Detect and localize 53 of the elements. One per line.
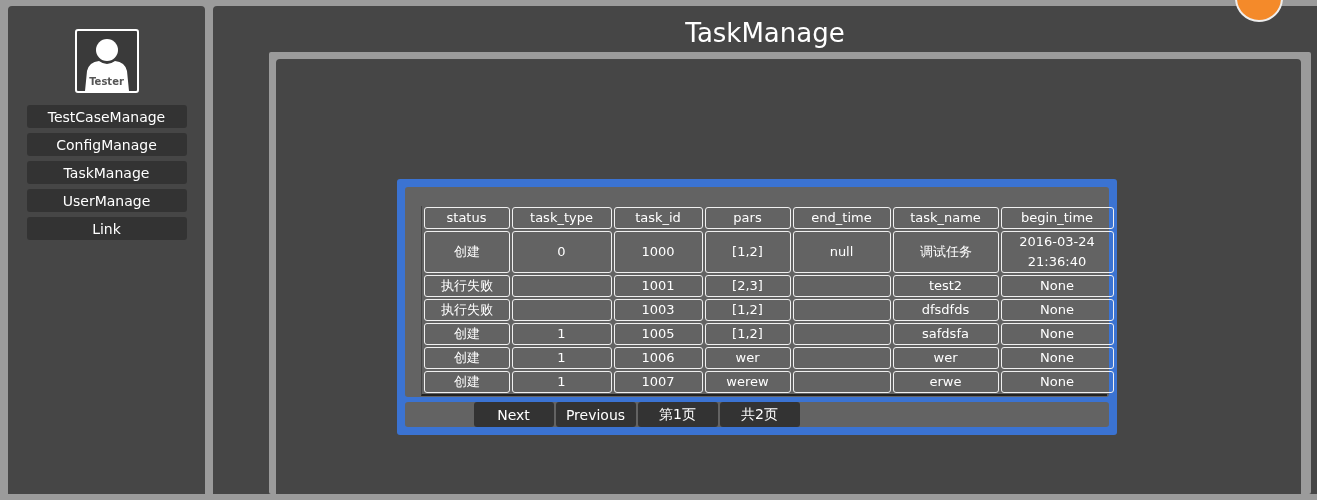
pager-button[interactable]: 共2页 <box>719 402 800 427</box>
table-cell: 执行失败 <box>423 275 510 297</box>
table-cell: dfsdfds <box>892 299 999 321</box>
pager-button[interactable]: Previous <box>555 402 636 427</box>
table-cell: 调试任务 <box>892 231 999 273</box>
table-cell: 1005 <box>613 323 703 345</box>
table-cell: 1001 <box>613 275 703 297</box>
table-cell: 1000 <box>613 231 703 273</box>
table-cell: 1 <box>511 347 612 369</box>
table-cell: 2016-03-24 21:36:40 <box>1000 231 1114 273</box>
table-cell: 0 <box>511 231 612 273</box>
table-cell: None <box>1000 323 1114 345</box>
nav-item[interactable]: Link <box>26 217 187 240</box>
table-cell: 执行失败 <box>423 299 510 321</box>
table-cell: 创建 <box>423 371 510 393</box>
table-cell: [2,3] <box>704 275 791 297</box>
table-cell: [1,2] <box>704 323 791 345</box>
table-cell: 1003 <box>613 299 703 321</box>
table-cell: 1006 <box>613 347 703 369</box>
column-header: status <box>423 207 510 229</box>
pager-button[interactable]: Next <box>473 402 554 427</box>
pager-button[interactable]: 第1页 <box>637 402 718 427</box>
nav-item[interactable]: ConfigManage <box>26 133 187 156</box>
table-cell: None <box>1000 347 1114 369</box>
table-cell: [1,2] <box>704 299 791 321</box>
nav-item[interactable]: UserManage <box>26 189 187 212</box>
table-cell: werew <box>704 371 791 393</box>
nav-item[interactable]: TaskManage <box>26 161 187 184</box>
table-cell: [1,2] <box>704 231 791 273</box>
table-cell: 1007 <box>613 371 703 393</box>
column-header: end_time <box>792 207 891 229</box>
table-cell: 创建 <box>423 323 510 345</box>
table-cell: wer <box>892 347 999 369</box>
table-cell: erwe <box>892 371 999 393</box>
column-header: task_type <box>511 207 612 229</box>
avatar-label: Tester <box>88 76 125 87</box>
nav-item[interactable]: TestCaseManage <box>26 105 187 128</box>
page-title: TaskManage <box>685 17 845 50</box>
column-header: task_name <box>892 207 999 229</box>
table-cell: test2 <box>892 275 999 297</box>
table-cell: safdsfa <box>892 323 999 345</box>
table-cell: 1 <box>511 371 612 393</box>
table-cell: 创建 <box>423 231 510 273</box>
table-cell: 1 <box>511 323 612 345</box>
table-cell: None <box>1000 371 1114 393</box>
column-header: task_id <box>613 207 703 229</box>
column-header: pars <box>704 207 791 229</box>
column-header: begin_time <box>1000 207 1114 229</box>
table-cell: 创建 <box>423 347 510 369</box>
table-cell: None <box>1000 299 1114 321</box>
table-cell: null <box>792 231 891 273</box>
table-cell: None <box>1000 275 1114 297</box>
table-cell: wer <box>704 347 791 369</box>
